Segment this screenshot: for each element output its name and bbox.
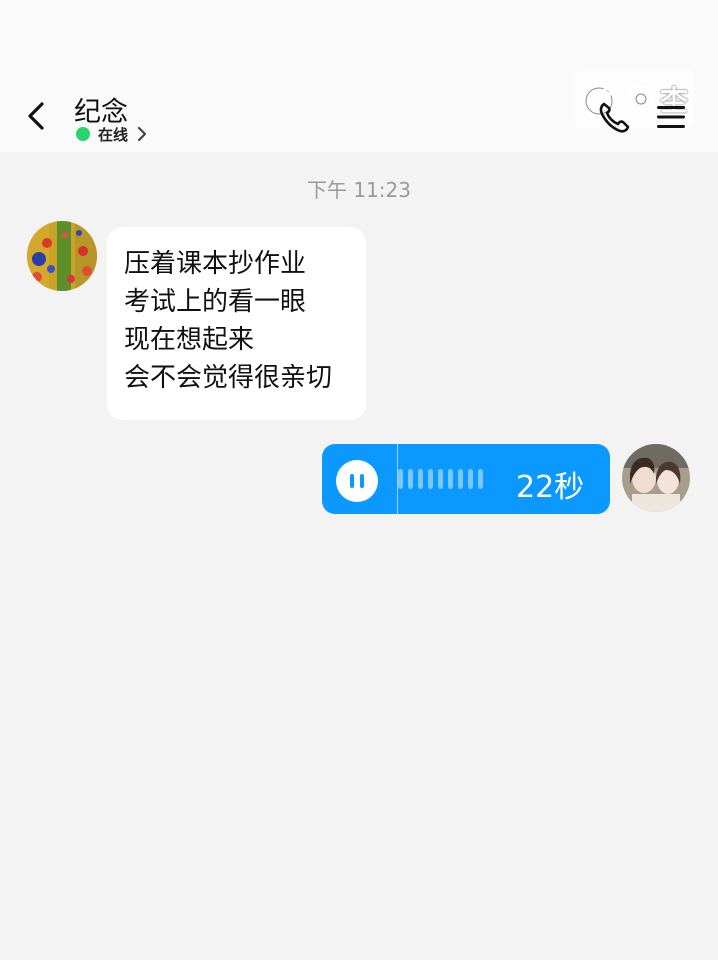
waveform-bar [468, 469, 473, 489]
pause-button[interactable] [336, 460, 378, 502]
menu-icon[interactable] [656, 104, 686, 130]
waveform-bar [458, 469, 463, 489]
voice-message-bubble[interactable]: 22秒 [322, 444, 610, 514]
waveform-bar [448, 469, 453, 489]
waveform-bar [438, 469, 443, 489]
message-line: 会不会觉得很亲切 [124, 363, 333, 393]
message-line: 压着课本抄作业 [124, 249, 307, 279]
voice-duration: 22秒 [516, 470, 585, 505]
waveform-bar [408, 469, 413, 489]
waveform-bar [478, 469, 483, 489]
pause-icon-bar [360, 474, 364, 488]
status-label: 在线 [98, 125, 129, 144]
waveform-bar [428, 469, 433, 489]
waveform-bar [398, 469, 403, 489]
message-line: 现在想起来 [124, 325, 255, 355]
contact-avatar[interactable] [27, 221, 97, 291]
message-timestamp: 下午 11:23 [307, 178, 411, 202]
waveform-bar [418, 469, 423, 489]
online-dot-icon [76, 127, 90, 141]
phone-icon[interactable] [596, 100, 632, 134]
message-line: 考试上的看一眼 [124, 287, 307, 317]
contact-avatar-image [27, 221, 97, 291]
incoming-message-bubble[interactable]: 压着课本抄作业 考试上的看一眼 现在想起来 会不会觉得很亲切 [107, 227, 366, 420]
my-avatar[interactable] [622, 444, 690, 512]
online-status[interactable]: 在线 [76, 124, 148, 144]
chevron-right-icon [137, 126, 147, 142]
pause-icon [350, 474, 354, 488]
my-avatar-image [622, 444, 690, 512]
chat-header: 纪念 在线 杢 [0, 0, 718, 152]
voice-waveform [398, 469, 483, 489]
back-arrow-icon[interactable] [22, 98, 52, 134]
